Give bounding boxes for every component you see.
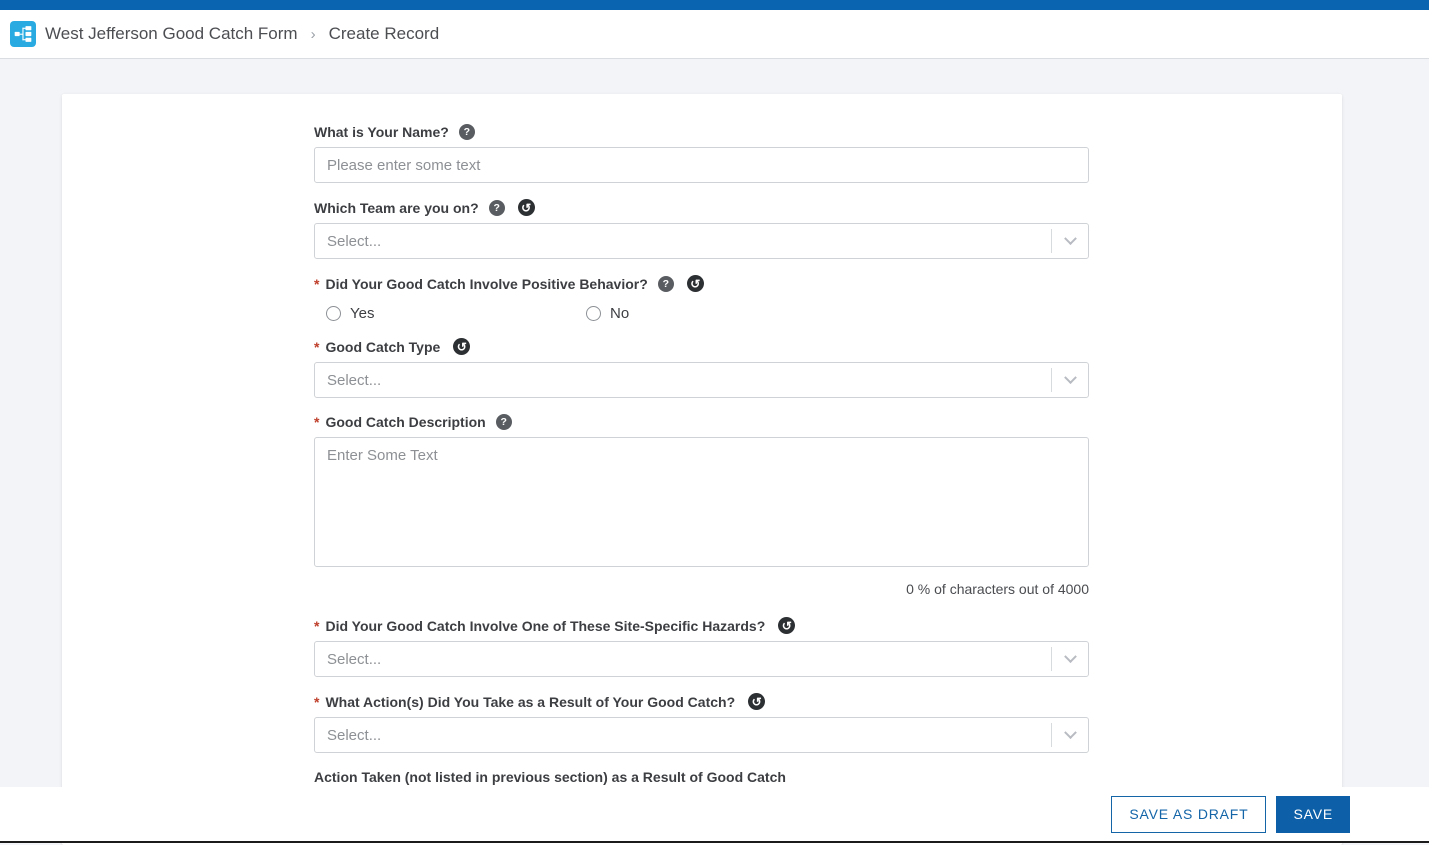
select-placeholder: Select... xyxy=(327,727,1051,744)
radio-button[interactable] xyxy=(326,306,341,321)
required-asterisk: * xyxy=(314,339,319,355)
field-label-row: What is Your Name?? xyxy=(314,124,1089,140)
breadcrumb: West Jefferson Good Catch Form › Create … xyxy=(45,24,439,44)
field-label-row: * Did Your Good Catch Involve Positive Be… xyxy=(314,275,1089,292)
form-card: What is Your Name??Which Team are you on… xyxy=(62,94,1342,845)
chevron-glyph xyxy=(1064,371,1077,384)
form-field: Which Team are you on?? ↺ Select... xyxy=(314,199,1089,259)
reset-icon[interactable]: ↺ xyxy=(687,275,704,292)
field-label: What is Your Name? xyxy=(314,124,449,140)
char-counter: 0 % of characters out of 4000 xyxy=(314,581,1089,597)
required-asterisk: * xyxy=(314,276,319,292)
app-logo-icon[interactable] xyxy=(10,21,36,47)
form-field: * Did Your Good Catch Involve One of Thes… xyxy=(314,617,1089,677)
required-asterisk: * xyxy=(314,618,319,634)
top-accent-bar xyxy=(0,0,1429,10)
select-placeholder: Select... xyxy=(327,651,1051,668)
field-label-row: Which Team are you on?? ↺ xyxy=(314,199,1089,216)
radio-option-no[interactable]: No xyxy=(586,305,846,322)
form-fields: What is Your Name??Which Team are you on… xyxy=(314,94,1089,828)
radio-group: Yes No xyxy=(314,305,1089,322)
field-label-row: Action Taken (not listed in previous sec… xyxy=(314,769,1089,785)
field-label: Action Taken (not listed in previous sec… xyxy=(314,769,786,785)
field-label-row: * Good Catch Type ↺ xyxy=(314,338,1089,355)
reset-icon[interactable]: ↺ xyxy=(518,199,535,216)
field-label: Did Your Good Catch Involve Positive Beh… xyxy=(325,276,647,292)
radio-label: Yes xyxy=(350,305,374,322)
field-label: Good Catch Type xyxy=(325,339,440,355)
form-field: What is Your Name?? xyxy=(314,124,1089,183)
select-input[interactable]: Select... xyxy=(314,362,1089,398)
chevron-down-icon xyxy=(1052,731,1088,740)
chevron-glyph xyxy=(1064,650,1077,663)
form-field: * What Action(s) Did You Take as a Result… xyxy=(314,693,1089,753)
field-label: What Action(s) Did You Take as a Result … xyxy=(325,694,735,710)
field-label: Good Catch Description xyxy=(325,414,485,430)
form-flowchart-icon xyxy=(13,24,33,44)
required-asterisk: * xyxy=(314,414,319,430)
field-label-row: * Good Catch Description? xyxy=(314,414,1089,430)
form-field: * Did Your Good Catch Involve Positive Be… xyxy=(314,275,1089,322)
field-label: Which Team are you on? xyxy=(314,200,479,216)
help-icon[interactable]: ? xyxy=(496,414,512,430)
field-label: Did Your Good Catch Involve One of These… xyxy=(325,618,765,634)
field-label-row: * Did Your Good Catch Involve One of Thes… xyxy=(314,617,1089,634)
chevron-glyph xyxy=(1064,232,1077,245)
radio-option-yes[interactable]: Yes xyxy=(326,305,586,322)
chevron-down-icon xyxy=(1052,376,1088,385)
radio-label: No xyxy=(610,305,629,322)
text-input[interactable] xyxy=(314,147,1089,183)
select-input[interactable]: Select... xyxy=(314,641,1089,677)
header-bar: West Jefferson Good Catch Form › Create … xyxy=(0,10,1429,59)
reset-icon[interactable]: ↺ xyxy=(778,617,795,634)
select-input[interactable]: Select... xyxy=(314,223,1089,259)
select-placeholder: Select... xyxy=(327,233,1051,250)
select-input[interactable]: Select... xyxy=(314,717,1089,753)
breadcrumb-item-create-record: Create Record xyxy=(329,24,440,44)
form-field: * Good Catch Type ↺ Select... xyxy=(314,338,1089,398)
save-as-draft-button[interactable]: SAVE AS DRAFT xyxy=(1111,796,1266,833)
chevron-glyph xyxy=(1064,726,1077,739)
select-placeholder: Select... xyxy=(327,372,1051,389)
chevron-down-icon xyxy=(1052,237,1088,246)
help-icon[interactable]: ? xyxy=(489,200,505,216)
window-bottom-edge xyxy=(0,841,1429,843)
reset-icon[interactable]: ↺ xyxy=(748,693,765,710)
chevron-down-icon xyxy=(1052,655,1088,664)
help-icon[interactable]: ? xyxy=(658,276,674,292)
footer-action-bar: SAVE AS DRAFT SAVE xyxy=(0,787,1429,841)
form-field: * Good Catch Description? 0 % of character… xyxy=(314,414,1089,597)
breadcrumb-item-form[interactable]: West Jefferson Good Catch Form xyxy=(45,24,298,44)
radio-button[interactable] xyxy=(586,306,601,321)
save-button[interactable]: SAVE xyxy=(1276,796,1350,833)
help-icon[interactable]: ? xyxy=(459,124,475,140)
reset-icon[interactable]: ↺ xyxy=(453,338,470,355)
breadcrumb-separator-icon: › xyxy=(311,26,316,43)
textarea-input[interactable] xyxy=(314,437,1089,567)
field-label-row: * What Action(s) Did You Take as a Result… xyxy=(314,693,1089,710)
required-asterisk: * xyxy=(314,694,319,710)
